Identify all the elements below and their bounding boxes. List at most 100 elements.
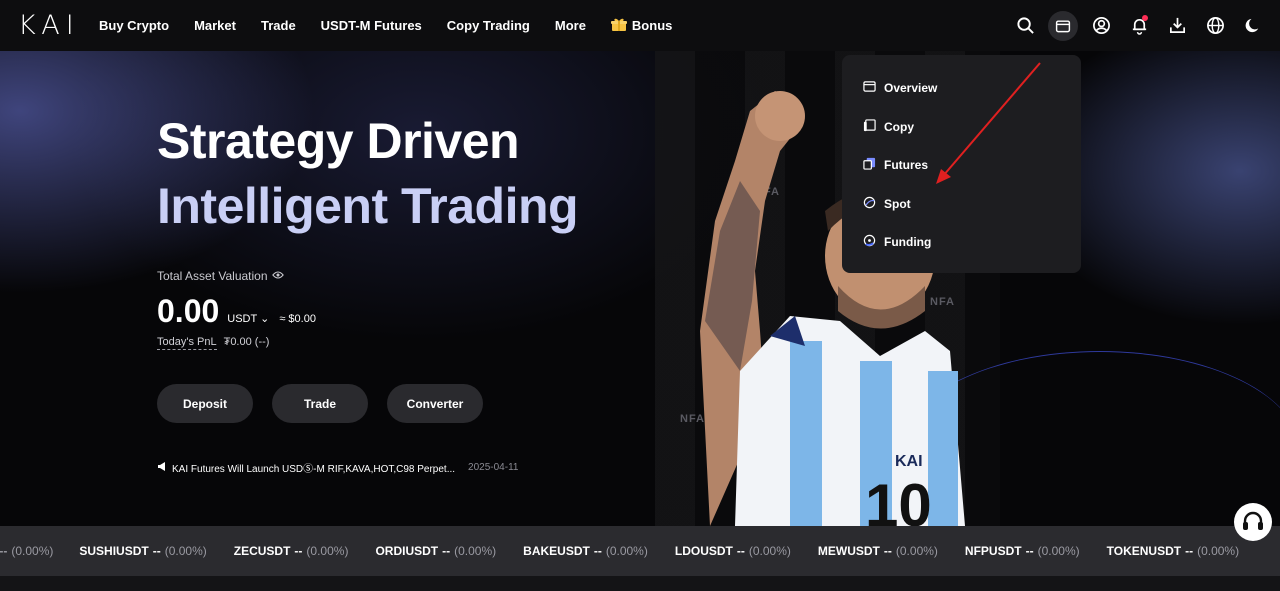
page: KAI Buy Crypto Market Trade USDT-M Futur… [0, 0, 1280, 591]
wallet-icon[interactable] [1048, 10, 1078, 41]
eye-icon[interactable] [271, 269, 284, 283]
deposit-button[interactable]: Deposit [157, 384, 253, 423]
total-asset-label: Total Asset Valuation [157, 269, 284, 283]
todays-pnl: Today's PnL ₮0.00 (--) [157, 336, 269, 350]
menu-item-funding[interactable]: Funding [842, 223, 1081, 262]
asset-usd-value: ≈ $0.00 [279, 313, 316, 325]
ticker-change: (0.00%) [605, 544, 648, 558]
hero-section: NFA NFA NFA KAI 10 Strategy Driven Intel… [0, 51, 1280, 526]
ticker-price: -- [1185, 544, 1194, 558]
asset-amount: 0.00 [157, 293, 220, 329]
ticker-item[interactable]: T--(0.00%) [0, 544, 53, 558]
menu-label-futures: Futures [884, 158, 929, 173]
ticker-price: -- [593, 544, 602, 558]
menu-label-spot: Spot [884, 196, 911, 211]
ticker-symbol: ORDIUSDT [375, 544, 439, 558]
ticker-change: (0.00%) [895, 544, 938, 558]
nav-bonus[interactable]: Bonus [610, 17, 673, 35]
nav-usdt-m-futures[interactable]: USDT-M Futures [321, 18, 422, 33]
main-nav: Buy Crypto Market Trade USDT-M Futures C… [99, 17, 697, 35]
currency-selector[interactable]: USDT ⌄ [227, 312, 269, 325]
ticker-item[interactable]: TOKENUSDT -- (0.00%) [1107, 544, 1239, 558]
chevron-down-icon: ⌄ [260, 313, 270, 325]
wallet-dropdown-menu: Overview Copy Futures Spot Funding [842, 55, 1081, 273]
ticker-price: -- [0, 544, 8, 558]
ticker-symbol: NFPUSDT [964, 544, 1022, 558]
ticker-price: -- [294, 544, 303, 558]
search-icon[interactable] [1006, 7, 1044, 45]
ticker-item[interactable]: ZECUSDT -- (0.00%) [234, 544, 349, 558]
moon-icon[interactable] [1234, 7, 1272, 45]
menu-item-overview[interactable]: Overview [842, 69, 1081, 108]
ticker-change: (0.00%) [306, 544, 349, 558]
ticker-item[interactable]: LDOUSDT -- (0.00%) [675, 544, 791, 558]
nav-more[interactable]: More [555, 18, 586, 33]
total-asset-value: 0.00 USDT ⌄ ≈ $0.00 [157, 293, 316, 330]
trade-button[interactable]: Trade [272, 384, 368, 423]
pnl-label[interactable]: Today's PnL [157, 336, 217, 350]
svg-text:10: 10 [865, 472, 932, 526]
hero-actions: Deposit Trade Converter [157, 384, 483, 423]
ticker-price: -- [883, 544, 892, 558]
headline-line-1: Strategy Driven [157, 113, 520, 169]
ticker-item[interactable]: BAKEUSDT -- (0.00%) [523, 544, 648, 558]
overview-icon [863, 80, 876, 96]
top-navbar: KAI Buy Crypto Market Trade USDT-M Futur… [0, 0, 1280, 51]
bottom-strip [0, 576, 1280, 591]
copy-icon [863, 119, 876, 135]
ticker-price: -- [152, 544, 161, 558]
menu-item-spot[interactable]: Spot [842, 185, 1081, 224]
ticker-item[interactable]: SUSHIUSDT -- (0.00%) [79, 544, 206, 558]
ticker-change: (0.00%) [164, 544, 207, 558]
customer-support-icon[interactable] [1234, 503, 1272, 541]
download-icon[interactable] [1158, 7, 1196, 45]
ticker-symbol: MEWUSDT [817, 544, 880, 558]
svg-text:KAI: KAI [895, 453, 923, 470]
converter-button[interactable]: Converter [387, 384, 483, 423]
ticker-item[interactable]: MEWUSDT -- (0.00%) [818, 544, 938, 558]
news-announcement[interactable]: KAI Futures Will Launch USDⓈ-M RIF,KAVA,… [157, 460, 518, 475]
globe-icon[interactable] [1196, 7, 1234, 45]
nav-market[interactable]: Market [194, 18, 236, 33]
ticker-track: T--(0.00%) SUSHIUSDT--(0.00%) ZECUSDT--(… [0, 544, 1266, 558]
menu-item-futures[interactable]: Futures [842, 146, 1081, 185]
nav-bonus-label: Bonus [631, 18, 673, 33]
bonus-icon [610, 17, 627, 35]
user-icon[interactable] [1082, 7, 1120, 45]
menu-label-copy: Copy [884, 119, 914, 134]
pnl-value: ₮0.00 (--) [223, 336, 270, 348]
total-asset-label-text: Total Asset Valuation [157, 269, 268, 283]
ticker-price: -- [1025, 544, 1034, 558]
ticker-symbol: LDOUSDT [674, 544, 733, 558]
spot-icon [863, 196, 876, 212]
ticker-change: (0.00%) [11, 544, 54, 558]
ticker-change: (0.00%) [748, 544, 791, 558]
ticker-item[interactable]: ORDIUSDT -- (0.00%) [375, 544, 496, 558]
ticker-price: -- [736, 544, 745, 558]
nav-actions [1006, 0, 1272, 51]
ticker-item[interactable]: NFPUSDT -- (0.00%) [965, 544, 1080, 558]
ticker-symbol: BAKEUSDT [523, 544, 590, 558]
nav-buy-crypto[interactable]: Buy Crypto [99, 18, 169, 33]
news-text: KAI Futures Will Launch USDⓈ-M RIF,KAVA,… [172, 464, 456, 475]
hero-headline: Strategy Driven Intelligent Trading [157, 109, 579, 239]
ticker-symbol: SUSHIUSDT [79, 544, 149, 558]
bell-icon[interactable] [1120, 7, 1158, 45]
price-ticker: T--(0.00%) SUSHIUSDT--(0.00%) ZECUSDT--(… [0, 526, 1280, 576]
nav-copy-trading[interactable]: Copy Trading [447, 18, 530, 33]
menu-item-copy[interactable]: Copy [842, 108, 1081, 147]
nav-trade[interactable]: Trade [261, 18, 296, 33]
notification-dot [1142, 14, 1148, 21]
news-date: 2025-04-11 [468, 462, 519, 473]
menu-label-funding: Funding [884, 235, 932, 250]
futures-icon [863, 157, 876, 173]
ticker-symbol: TOKENUSDT [1106, 544, 1182, 558]
ticker-price: -- [442, 544, 451, 558]
ticker-change: (0.00%) [1037, 544, 1080, 558]
currency-label: USDT [227, 313, 258, 325]
kai-logo[interactable]: KAI [18, 12, 99, 39]
ticker-symbol: ZECUSDT [233, 544, 291, 558]
ticker-change: (0.00%) [454, 544, 497, 558]
headline-line-2: Intelligent Trading [157, 178, 579, 234]
funding-icon [863, 234, 876, 250]
